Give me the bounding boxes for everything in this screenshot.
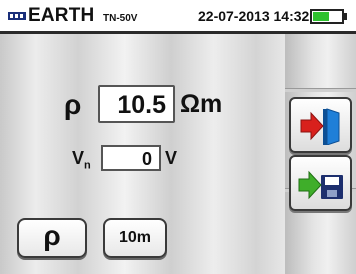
mode-subtitle: TN-50V <box>103 13 138 24</box>
exit-button[interactable] <box>289 97 352 153</box>
earth-mode-icon <box>8 12 26 20</box>
mode-title: EARTH <box>28 5 95 26</box>
date-time: 22-07-2013 14:32 <box>198 8 310 24</box>
instrument-screen: EARTH TN-50V 22-07-2013 14:32 ρ 10.5 Ωm … <box>0 0 356 274</box>
voltage-label-main: V <box>72 148 85 168</box>
side-panel <box>285 34 356 274</box>
resistivity-label: ρ <box>64 89 82 120</box>
voltage-value-field[interactable]: 0 <box>101 145 161 171</box>
save-button[interactable] <box>289 155 352 211</box>
battery-tip <box>344 13 347 20</box>
resistivity-unit: Ωm <box>180 90 223 118</box>
voltage-label-sub: n <box>84 159 91 172</box>
voltage-label: Vn <box>72 148 91 172</box>
save-icon <box>298 170 343 200</box>
status-bar: EARTH TN-50V 22-07-2013 14:32 <box>0 0 356 34</box>
exit-icon <box>300 108 340 145</box>
resistivity-value-field[interactable]: 10.5 <box>98 85 175 123</box>
battery-level <box>313 12 329 21</box>
voltage-unit: V <box>165 148 178 168</box>
rho-button[interactable]: ρ <box>17 218 87 258</box>
distance-button[interactable]: 10m <box>103 218 167 258</box>
side-divider <box>285 88 356 92</box>
battery-indicator <box>310 9 344 24</box>
